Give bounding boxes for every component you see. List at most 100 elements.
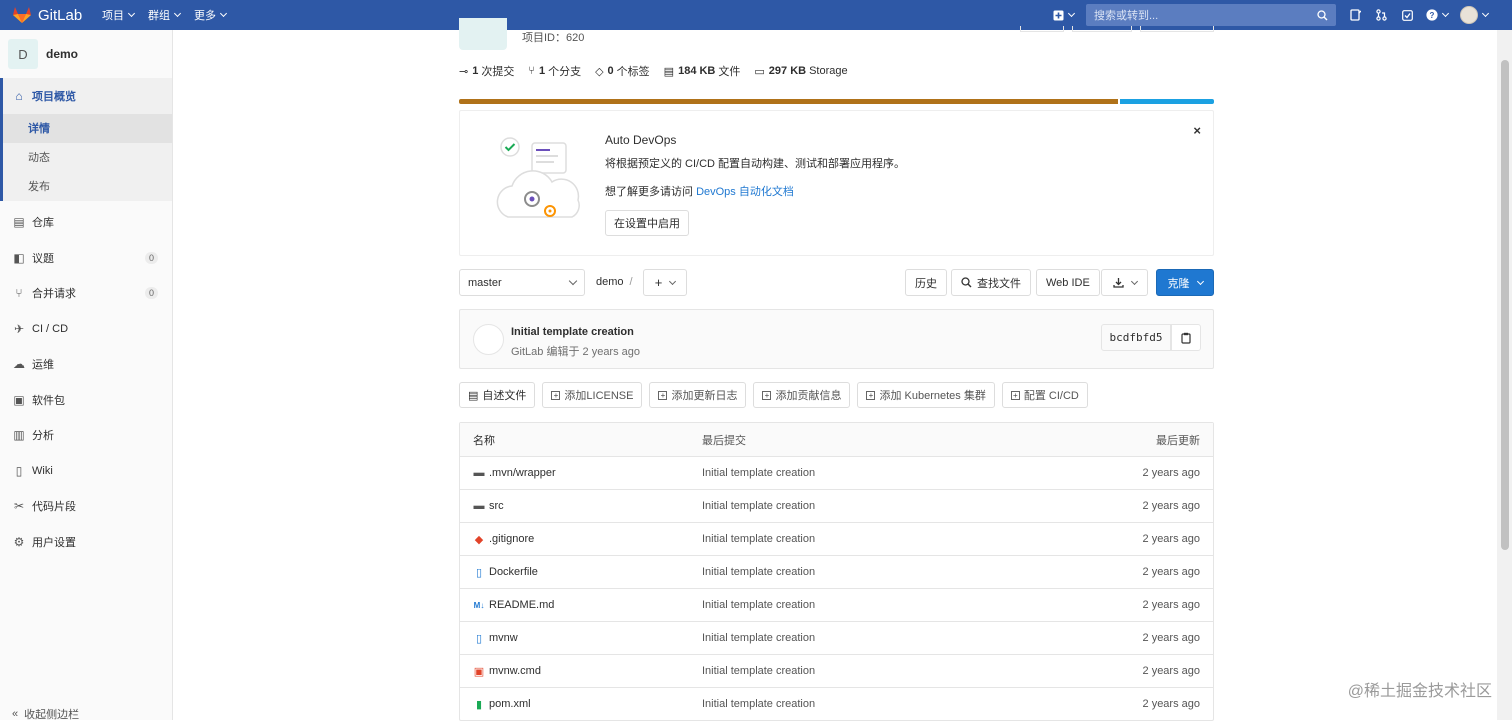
sidebar-item-operations[interactable]: ☁运维: [0, 347, 172, 383]
table-row[interactable]: M↓README.md Initial template creation 2 …: [460, 588, 1213, 621]
help-button[interactable]: ?: [1420, 0, 1454, 30]
sidebar-item-repository[interactable]: ▤仓库: [0, 205, 172, 241]
commit-sha[interactable]: bcdfbfd5: [1101, 324, 1171, 351]
sidebar-item-analytics[interactable]: ▥分析: [0, 418, 172, 454]
file-name[interactable]: .gitignore: [489, 533, 534, 545]
add-kubernetes-cluster-button[interactable]: +添加 Kubernetes 集群: [857, 382, 994, 408]
breadcrumb-root[interactable]: demo: [596, 276, 624, 288]
enable-in-settings-button[interactable]: 在设置中启用: [605, 210, 689, 236]
language-segment-java[interactable]: [459, 99, 1118, 104]
row-commit[interactable]: Initial template creation: [702, 665, 815, 677]
sidebar-item-label: 仓库: [32, 214, 54, 230]
sidebar-item-wiki[interactable]: ▯Wiki: [0, 453, 172, 489]
devops-docs-link[interactable]: DevOps 自动化文档: [696, 186, 794, 198]
table-row[interactable]: ◆.gitignore Initial template creation 2 …: [460, 522, 1213, 555]
project-sidebar: D demo ⌂ 项目概览 详情 动态 发布 ▤仓库 ◧议题 0 ⑂合并请求 0…: [0, 30, 173, 720]
add-changelog-button[interactable]: +添加更新日志: [649, 382, 746, 408]
stat-label: 次提交: [481, 63, 514, 79]
tag-icon: ◇: [595, 65, 603, 78]
breadcrumb: demo/: [596, 276, 633, 288]
nav-groups[interactable]: 群组: [148, 7, 180, 23]
project-stats: ⊸1次提交 ⑂1个分支 ◇0个标签 ▤184 KB文件 ▭297 KBStora…: [459, 63, 862, 79]
file-name[interactable]: src: [489, 500, 504, 512]
todo-button[interactable]: [1342, 0, 1368, 30]
download-dropdown[interactable]: [1101, 269, 1148, 296]
table-row[interactable]: ▣mvnw.cmd Initial template creation 2 ye…: [460, 654, 1213, 687]
history-button[interactable]: 历史: [905, 269, 947, 296]
merge-requests-button[interactable]: [1368, 0, 1394, 30]
stat-files[interactable]: ▤184 KB文件: [664, 63, 741, 79]
user-menu[interactable]: [1454, 0, 1494, 30]
file-name[interactable]: pom.xml: [489, 698, 531, 710]
row-commit[interactable]: Initial template creation: [702, 500, 815, 512]
close-icon[interactable]: ×: [1193, 123, 1201, 138]
row-commit[interactable]: Initial template creation: [702, 599, 815, 611]
row-commit[interactable]: Initial template creation: [702, 566, 815, 578]
chevron-down-icon: [669, 277, 676, 284]
stat-storage[interactable]: ▭297 KBStorage: [754, 63, 847, 79]
file-name[interactable]: Dockerfile: [489, 566, 538, 578]
sidebar-subitem-releases[interactable]: 发布: [3, 172, 172, 201]
nav-projects[interactable]: 项目: [102, 7, 134, 23]
gitlab-logo[interactable]: GitLab: [0, 6, 92, 24]
clipboard-icon: [1181, 332, 1191, 344]
page-scrollbar[interactable]: [1497, 30, 1512, 720]
branch-dropdown[interactable]: master: [459, 269, 585, 296]
row-commit[interactable]: Initial template creation: [702, 467, 815, 479]
table-row[interactable]: ▬src Initial template creation 2 years a…: [460, 489, 1213, 522]
star-button-edge[interactable]: [1072, 26, 1132, 32]
nav-more[interactable]: 更多: [194, 7, 226, 23]
commit-title[interactable]: Initial template creation: [511, 326, 634, 338]
file-tree-table: 名称 最后提交 最后更新 ▬.mvn/wrapper Initial templ…: [459, 422, 1214, 721]
sidebar-item-label: 议题: [32, 250, 54, 266]
row-commit[interactable]: Initial template creation: [702, 533, 815, 545]
stat-branches[interactable]: ⑂1个分支: [528, 63, 581, 79]
table-row[interactable]: ▯Dockerfile Initial template creation 2 …: [460, 555, 1213, 588]
row-commit[interactable]: Initial template creation: [702, 698, 815, 710]
sidebar-item-merge-requests[interactable]: ⑂合并请求 0: [0, 276, 172, 312]
file-name[interactable]: .mvn/wrapper: [489, 467, 556, 479]
notification-button-edge[interactable]: [1020, 26, 1064, 32]
row-time: 2 years ago: [1143, 599, 1200, 611]
add-contributing-button[interactable]: +添加贡献信息: [753, 382, 850, 408]
commit-author-avatar[interactable]: [473, 324, 504, 355]
file-name[interactable]: README.md: [489, 599, 554, 611]
copy-sha-button[interactable]: [1171, 324, 1201, 351]
sidebar-item-ci-cd[interactable]: ✈CI / CD: [0, 311, 172, 347]
fork-button-edge[interactable]: [1140, 26, 1214, 32]
home-icon: ⌂: [12, 89, 26, 103]
stat-tags[interactable]: ◇0个标签: [595, 63, 650, 79]
sidebar-subitem-details[interactable]: 详情: [3, 114, 172, 143]
readme-button[interactable]: ▤自述文件: [459, 382, 535, 408]
table-header: 名称 最后提交 最后更新: [460, 423, 1213, 456]
row-commit[interactable]: Initial template creation: [702, 632, 815, 644]
sidebar-project-header[interactable]: D demo: [0, 30, 172, 78]
issues-icon: ◧: [12, 251, 26, 265]
stat-label: 个分支: [548, 63, 581, 79]
table-row[interactable]: ▮pom.xml Initial template creation 2 yea…: [460, 687, 1213, 720]
setup-ci-cd-button[interactable]: +配置 CI/CD: [1002, 382, 1088, 408]
sidebar-subitem-activity[interactable]: 动态: [3, 143, 172, 172]
row-time: 2 years ago: [1143, 467, 1200, 479]
table-row[interactable]: ▯mvnw Initial template creation 2 years …: [460, 621, 1213, 654]
file-name[interactable]: mvnw: [489, 632, 518, 644]
add-file-dropdown[interactable]: +: [643, 269, 687, 296]
add-license-button[interactable]: +添加LICENSE: [542, 382, 642, 408]
sidebar-item-snippets[interactable]: ✂代码片段: [0, 489, 172, 525]
scrollbar-thumb[interactable]: [1501, 60, 1509, 550]
sidebar-item-issues[interactable]: ◧议题 0: [0, 240, 172, 276]
sidebar-item-settings[interactable]: ⚙用户设置: [0, 524, 172, 560]
search-input[interactable]: 搜索或转到...: [1086, 4, 1336, 26]
language-bar: [459, 99, 1214, 104]
web-ide-button[interactable]: Web IDE: [1036, 269, 1100, 296]
table-row[interactable]: ▬.mvn/wrapper Initial template creation …: [460, 456, 1213, 489]
sidebar-item-packages[interactable]: ▣软件包: [0, 382, 172, 418]
issues-button[interactable]: [1394, 0, 1420, 30]
stat-commits[interactable]: ⊸1次提交: [459, 63, 514, 79]
find-file-button[interactable]: 查找文件: [951, 269, 1031, 296]
sidebar-item-overview[interactable]: ⌂ 项目概览: [0, 78, 172, 114]
collapse-icon: «: [12, 708, 18, 720]
clone-dropdown[interactable]: 克隆: [1156, 269, 1214, 296]
language-segment-other[interactable]: [1120, 99, 1214, 104]
file-name[interactable]: mvnw.cmd: [489, 665, 541, 677]
